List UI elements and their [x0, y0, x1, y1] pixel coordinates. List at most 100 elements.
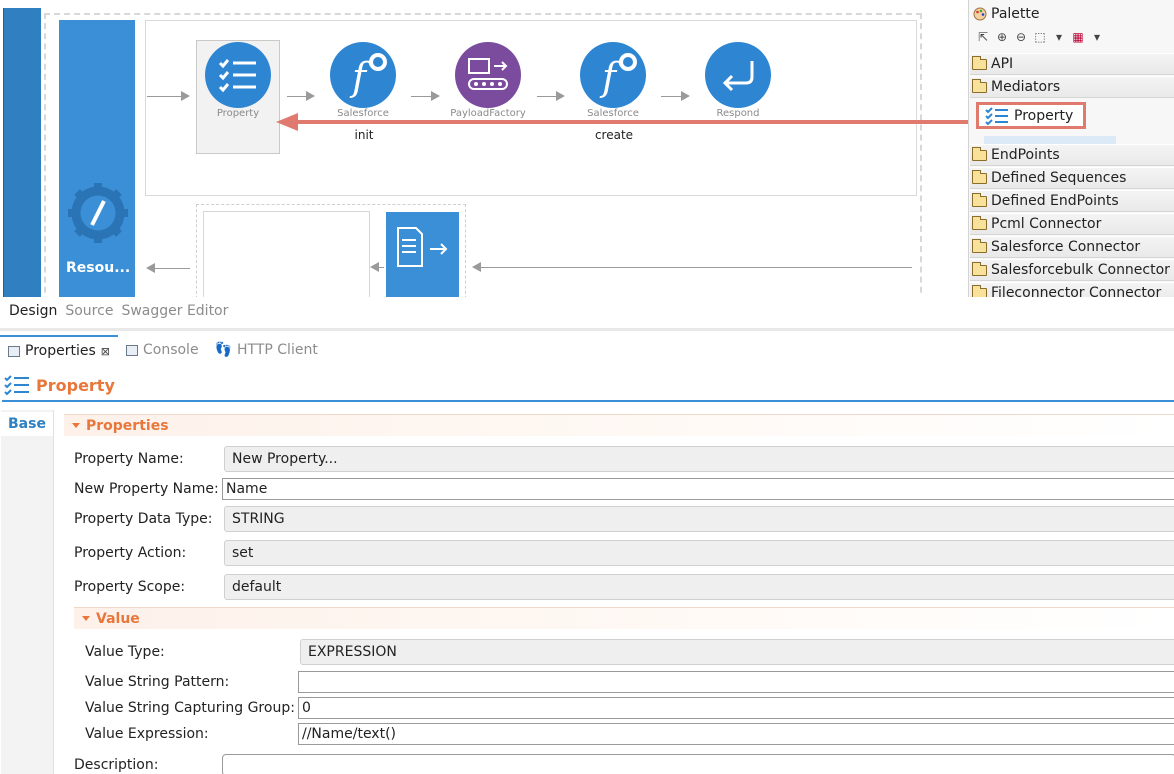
palette-icon	[973, 7, 987, 21]
value-expression-input[interactable]: //Name/text()	[298, 723, 1174, 745]
value-type-label: Value Type:	[85, 644, 165, 660]
tab-design[interactable]: Design	[9, 303, 57, 319]
tab-console[interactable]: Console	[118, 335, 207, 365]
salesforce-create-mediator[interactable]: f	[580, 42, 646, 108]
collapse-triangle-icon	[72, 423, 80, 428]
value-capturing-group-label: Value String Capturing Group:	[85, 700, 295, 716]
folder-icon	[972, 261, 987, 276]
console-icon	[125, 344, 138, 356]
close-icon[interactable]: ⊠	[101, 345, 110, 358]
folder-icon	[972, 284, 987, 297]
select-pointer-icon[interactable]: ⇱	[975, 30, 991, 44]
palette-drawer-pcml-connector[interactable]: Pcml Connector	[970, 213, 1174, 235]
flow-arrow	[411, 96, 431, 97]
flow-arrow-head	[306, 91, 315, 101]
palette-item-property[interactable]: Property	[976, 102, 1086, 129]
tab-http-client[interactable]: 👣 HTTP Client	[207, 335, 326, 365]
palette-drawer-salesforcebulk-connector[interactable]: Salesforcebulk Connector	[970, 259, 1174, 281]
property-name-label: Property Name:	[74, 451, 184, 467]
tab-label: Console	[142, 342, 199, 358]
flow-arrow-head	[681, 91, 690, 101]
drawer-label: EndPoints	[991, 147, 1060, 163]
mediator-label: Salesforce	[337, 108, 389, 119]
api-resource-block[interactable]	[59, 20, 135, 297]
flow-arrow	[661, 96, 681, 97]
drawer-label: Defined Sequences	[991, 170, 1127, 186]
palette-panel: Palette ⇱ ⊕ ⊖ ⬚ ▾ ▦ ▾ API Mediators EndP…	[968, 0, 1174, 297]
palette-drawer-fileconnector-connector[interactable]: Fileconnector Connector	[970, 282, 1174, 297]
property-data-type-select[interactable]: STRING	[224, 506, 1174, 532]
salesforce-init-mediator[interactable]: f	[330, 42, 396, 108]
drawer-label: Defined EndPoints	[991, 193, 1119, 209]
zoom-in-icon[interactable]: ⊕	[994, 30, 1010, 44]
palette-item-label: Property	[1014, 107, 1074, 124]
section-properties-header[interactable]: Properties	[64, 414, 1174, 436]
palette-drawer-salesforce-connector[interactable]: Salesforce Connector	[970, 236, 1174, 258]
value-string-pattern-input[interactable]	[298, 671, 1174, 693]
function-connector-icon: f	[349, 53, 387, 99]
palette-drawer-defined-endpoints[interactable]: Defined EndPoints	[970, 190, 1174, 212]
return-arrow-icon	[722, 61, 754, 92]
list-check-icon	[218, 59, 256, 93]
folder-open-icon	[972, 78, 987, 93]
dropdown-arrow-icon[interactable]: ▾	[1089, 30, 1105, 44]
tab-properties[interactable]: Properties ⊠	[0, 335, 118, 365]
new-property-name-input[interactable]: Name	[222, 478, 1174, 500]
value-type-select[interactable]: EXPRESSION	[300, 639, 1174, 665]
tab-swagger-editor[interactable]: Swagger Editor	[121, 303, 228, 319]
folder-icon	[972, 238, 987, 253]
folder-icon	[972, 146, 987, 161]
flow-arrow	[154, 268, 190, 269]
value-capturing-group-input[interactable]: 0	[298, 697, 1174, 719]
send-mediator-block[interactable]	[386, 212, 459, 297]
tab-source[interactable]: Source	[65, 303, 113, 319]
view-tab-bar: Properties ⊠ Console 👣 HTTP Client	[0, 335, 1174, 365]
folder-icon	[972, 215, 987, 230]
editor-tab-bar: Design Source Swagger Editor	[0, 298, 1174, 324]
resource-label: Resou...	[66, 260, 131, 276]
design-canvas[interactable]: Resou... Property f Salesforce init Payl…	[0, 0, 968, 297]
dropdown-arrow-icon[interactable]: ▾	[1051, 30, 1067, 44]
property-scope-select[interactable]: default	[224, 574, 1174, 600]
zoom-out-icon[interactable]: ⊖	[1013, 30, 1029, 44]
svg-text:f: f	[349, 55, 372, 99]
folder-icon	[972, 192, 987, 207]
drawer-label: Salesforce Connector	[991, 239, 1141, 255]
flow-arrow-head	[472, 262, 481, 272]
flow-arrow-head	[431, 91, 440, 101]
section-value-header[interactable]: Value	[74, 607, 1174, 629]
palette-drawer-mediators[interactable]: Mediators	[970, 76, 1174, 98]
property-action-label: Property Action:	[74, 545, 187, 561]
palette-drawer-api[interactable]: API	[970, 53, 1174, 75]
properties-icon	[8, 345, 20, 357]
drawer-label: Salesforcebulk Connector	[991, 262, 1170, 278]
canvas-left-rail	[3, 8, 41, 297]
folder-icon	[972, 55, 987, 70]
footprints-icon: 👣	[214, 342, 232, 358]
palette-drawer-defined-sequences[interactable]: Defined Sequences	[970, 167, 1174, 189]
connection-tool-icon[interactable]: ▦	[1070, 30, 1086, 44]
drawer-label: Fileconnector Connector	[991, 285, 1162, 297]
mediator-label: Salesforce	[587, 108, 639, 119]
title-divider	[2, 400, 1174, 402]
tab-label: Properties	[25, 343, 96, 359]
palette-header: Palette	[973, 6, 1040, 22]
palette-drawer-endpoints[interactable]: EndPoints	[970, 144, 1174, 166]
properties-title: Property	[4, 374, 115, 396]
description-input[interactable]	[222, 754, 1174, 774]
payloadfactory-mediator[interactable]	[455, 42, 521, 108]
gear-icon	[68, 183, 128, 243]
respond-mediator[interactable]	[705, 42, 771, 108]
value-string-pattern-label: Value String Pattern:	[85, 674, 230, 690]
property-scope-label: Property Scope:	[74, 579, 186, 595]
side-tab-base[interactable]: Base	[1, 412, 53, 436]
panel-divider	[0, 328, 1174, 331]
property-mediator[interactable]	[205, 42, 271, 108]
marquee-icon[interactable]: ⬚	[1032, 30, 1048, 44]
list-check-icon	[985, 106, 1008, 125]
new-property-name-label: New Property Name:	[74, 481, 219, 497]
palette-toolbar: ⇱ ⊕ ⊖ ⬚ ▾ ▦ ▾	[975, 30, 1105, 44]
flow-arrow	[287, 96, 307, 97]
property-name-select[interactable]: New Property...	[224, 446, 1174, 472]
property-action-select[interactable]: set	[224, 540, 1174, 566]
